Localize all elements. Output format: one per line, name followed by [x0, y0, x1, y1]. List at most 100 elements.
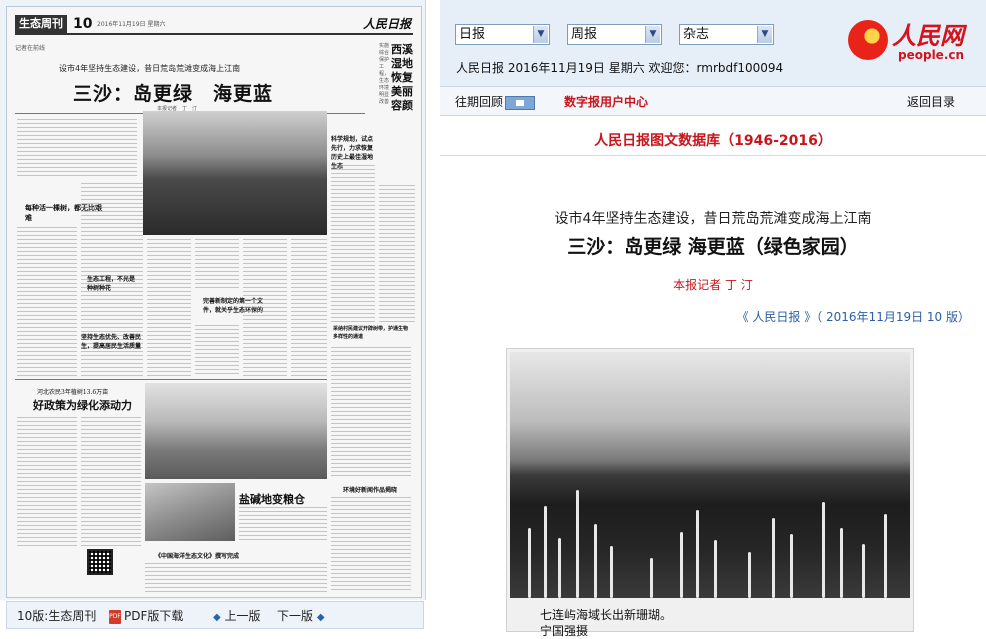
chevron-down-icon: ▼	[757, 26, 772, 43]
newspaper-column-head: 坚持生态优先、改善民生，提高居民生活质量	[81, 334, 142, 350]
newspaper-rule	[15, 379, 327, 380]
newspaper-header: 生态周刊 10 2016年11月19日 星期六 人民日报	[15, 15, 413, 35]
newspaper-section-label: 生态周刊	[15, 15, 67, 33]
coral-shape	[748, 552, 751, 598]
newspaper-article-title: 三沙：岛更绿 海更蓝	[73, 83, 274, 105]
newspaper-text-block	[331, 347, 411, 477]
edition-nav-bar: 10版:生态周刊 PDF PDF版下载 ◆ 上一版 下一版 ◆	[6, 601, 424, 629]
newspaper-text-block	[17, 417, 77, 547]
coral-shape	[884, 514, 887, 598]
welcome-line: 人民日报 2016年11月19日 星期六 欢迎您：rmrbdf100094	[456, 59, 783, 76]
divider	[440, 155, 986, 156]
arrow-left-icon: ◆	[213, 612, 221, 623]
newspaper-photo-coral	[143, 111, 327, 235]
photo-credit: 宁国强摄	[540, 624, 589, 638]
newspaper-text-block	[145, 563, 327, 593]
newspaper-page-image[interactable]: 生态周刊 10 2016年11月19日 星期六 人民日报 记者在前线 设市4年坚…	[6, 6, 422, 598]
sub-nav-bar: 往期回顾 数字报用户中心 返回目录	[440, 86, 986, 116]
magazine-select-value: 杂志	[683, 27, 710, 42]
newspaper-column-head: 采纳村民建议开辟树带，护通生物多样性的通道	[333, 326, 409, 340]
magazine-select[interactable]: 杂志 ▼	[679, 24, 774, 45]
newspaper-text-block	[17, 119, 137, 179]
next-edition-label: 下一版	[277, 609, 314, 623]
photo-caption: 七连屿海域长出新珊瑚。	[540, 608, 673, 622]
coral-shape	[714, 540, 717, 598]
newspaper-text-block	[195, 325, 239, 377]
newspaper-text-block	[291, 239, 327, 377]
coral-shape	[610, 546, 613, 598]
newspaper-kicker: 记者在前线	[15, 45, 46, 52]
chevron-down-icon: ▼	[645, 26, 660, 43]
weekly-select-value: 周报	[571, 27, 598, 42]
newspaper-article-subtitle: 设市4年坚持生态建设，昔日荒岛荒滩变成海上江南	[59, 64, 241, 73]
newspaper-text-block	[239, 507, 327, 541]
coral-shape	[772, 518, 775, 598]
coral-shape	[862, 544, 865, 598]
newspaper-column-head: 盐碱地变粮仓	[239, 493, 305, 506]
newspaper-column-head: 生态工程，不光是种树种花	[87, 276, 136, 292]
pdf-download-label: PDF版下载	[124, 609, 184, 623]
newspaper-masthead-logo: 人民日报	[362, 17, 411, 31]
newspaper-text-block	[331, 497, 411, 593]
newspaper-text-block	[331, 165, 375, 325]
arrow-right-icon: ◆	[316, 612, 325, 623]
newspaper-photo-harvester	[145, 383, 327, 479]
prev-edition-link[interactable]: ◆ 上一版	[213, 608, 261, 626]
coral-shape	[528, 528, 531, 598]
article-title: 三沙：岛更绿 海更蓝（绿色家园）	[567, 236, 859, 258]
newspaper-text-block	[147, 239, 191, 377]
newspaper-text-block	[379, 185, 415, 325]
logo-english-text: people.cn	[898, 48, 965, 62]
newspaper-panel: 生态周刊 10 2016年11月19日 星期六 人民日报 记者在前线 设市4年坚…	[0, 0, 426, 600]
newspaper-text-block	[243, 239, 287, 377]
coral-shape	[594, 524, 597, 598]
newspaper-page-number: 10	[73, 16, 93, 32]
coral-shape	[696, 510, 699, 598]
coral-shape	[680, 532, 683, 598]
pdf-icon: PDF	[109, 609, 121, 624]
coral-shape	[576, 490, 579, 598]
coral-shape	[822, 502, 825, 598]
back-to-contents-link[interactable]: 返回目录	[907, 94, 955, 110]
site-header: 日报 ▼ 周报 ▼ 杂志 ▼ 人民日报 2016年11月19日 星期六 欢迎您：…	[440, 0, 986, 86]
next-edition-link[interactable]: 下一版 ◆	[277, 608, 325, 626]
past-review-label: 往期回顾	[455, 95, 504, 109]
newspaper-side-subtitle: 实施综合保护工程，生态环境明显改善	[379, 43, 390, 105]
article-source: 《 人民日报 》（ 2016年11月19日 10 版）	[736, 310, 970, 324]
newspaper-column-head: 河北农民3年植树13.6万亩	[37, 389, 109, 396]
newspaper-text-block	[17, 227, 77, 377]
newspaper-column-head: 《中国海洋生态文化》撰写完成	[155, 553, 240, 560]
coral-shape	[840, 528, 843, 598]
database-title: 人民日报图文数据库（1946-2016）	[594, 133, 832, 149]
article-photo-coral	[510, 352, 910, 598]
calendar-icon[interactable]	[505, 95, 536, 110]
newspaper-photo-farmer	[145, 483, 235, 541]
coral-shape	[790, 534, 793, 598]
edition-label: 10版:生态周刊	[17, 609, 97, 623]
people-cn-logo[interactable]: 人民网 people.cn	[848, 14, 986, 68]
article-subtitle: 设市4年坚持生态建设，昔日荒岛荒滩变成海上江南	[554, 211, 872, 227]
digital-user-center-link[interactable]: 数字报用户中心	[564, 94, 648, 110]
username: rmrbdf100094	[696, 61, 784, 75]
past-review-link[interactable]: 往期回顾	[455, 94, 536, 110]
newspaper-date-line: 2016年11月19日 星期六	[97, 21, 166, 28]
pdf-download-link[interactable]: PDF PDF版下载	[109, 608, 183, 624]
logo-chinese-text: 人民网	[892, 21, 964, 50]
newspaper-column-head: 好政策为绿化添动力	[33, 399, 132, 412]
chevron-down-icon: ▼	[533, 26, 548, 43]
newspaper-column-head: 环境好新闻作品揭晓	[343, 487, 398, 494]
daily-select-value: 日报	[459, 27, 486, 42]
coral-shape	[558, 538, 561, 598]
welcome-text: 人民日报 2016年11月19日 星期六 欢迎您：	[456, 61, 697, 75]
newspaper-text-block	[195, 239, 239, 289]
logo-swirl-icon	[848, 20, 888, 60]
newspaper-text-block	[81, 417, 141, 547]
coral-shape	[650, 558, 653, 598]
coral-shape	[544, 506, 547, 598]
daily-select[interactable]: 日报 ▼	[455, 24, 550, 45]
qr-code-icon	[87, 549, 113, 575]
article-author: 本报记者 丁 汀	[673, 278, 753, 292]
weekly-select[interactable]: 周报 ▼	[567, 24, 662, 45]
prev-edition-label: 上一版	[224, 609, 261, 623]
newspaper-side-title: 西溪湿地恢复美丽容颜	[391, 43, 413, 112]
